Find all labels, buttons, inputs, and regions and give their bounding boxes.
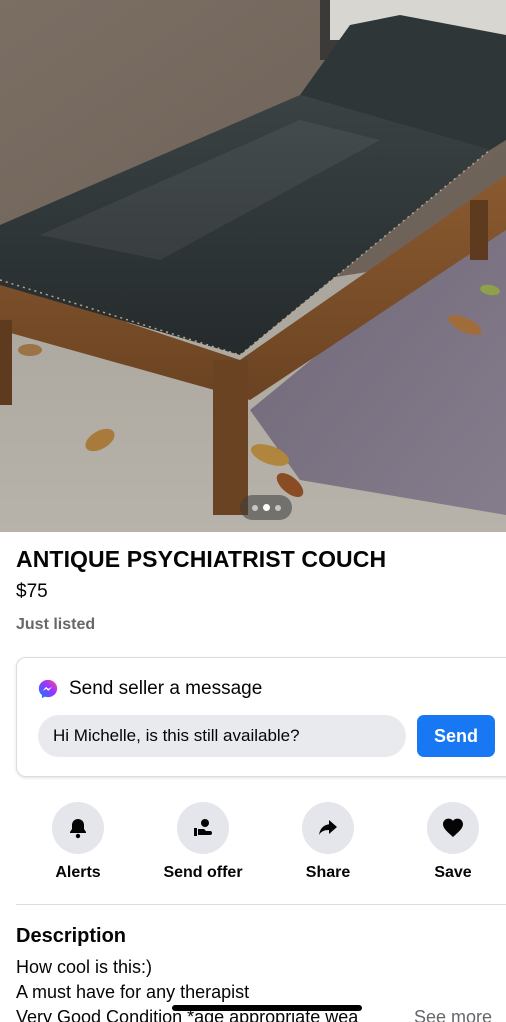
description-line: How cool is this:) (16, 957, 153, 977)
offer-icon (194, 819, 212, 836)
couch-photo-image (0, 0, 506, 532)
heart-icon (443, 818, 463, 837)
description-line: A must have for any therapist (16, 982, 250, 1002)
alerts-circle (52, 802, 104, 854)
send-offer-label: Send offer (163, 864, 243, 881)
send-offer-button[interactable]: Send offer (148, 802, 258, 882)
listing-price: $75 (16, 581, 48, 602)
share-circle (302, 802, 354, 854)
alerts-button[interactable]: Alerts (23, 802, 133, 882)
pager-dot (274, 504, 281, 511)
send-offer-circle (177, 802, 229, 854)
message-card-heading: Send seller a message (69, 678, 263, 699)
share-label: Share (305, 864, 351, 881)
listing-title: ANTIQUE PSYCHIATRIST COUCH (16, 546, 387, 572)
message-seller-card: Send seller a message Hi Michelle, is th… (16, 657, 506, 777)
listing-status: Just listed (16, 616, 96, 633)
home-indicator[interactable] (172, 1005, 362, 1011)
message-input[interactable]: Hi Michelle, is this still available? (38, 715, 406, 757)
listing-photo[interactable] (0, 0, 506, 532)
save-label: Save (434, 864, 472, 881)
action-row: Alerts Send offer Share Save (0, 802, 506, 892)
send-button[interactable]: Send (417, 715, 495, 757)
save-button[interactable]: Save (398, 802, 506, 882)
messenger-icon (38, 679, 58, 699)
alerts-label: Alerts (55, 864, 101, 881)
description-heading: Description (16, 925, 127, 947)
share-icon (319, 820, 337, 835)
section-divider (16, 904, 506, 905)
pager-dot (251, 504, 258, 511)
message-card-header: Send seller a message (37, 678, 262, 700)
save-circle (427, 802, 479, 854)
share-button[interactable]: Share (273, 802, 383, 882)
see-more-link[interactable]: See more (414, 1007, 492, 1022)
bell-icon (70, 819, 86, 839)
pager-dot-active (262, 504, 270, 511)
photo-pager[interactable] (240, 495, 292, 520)
